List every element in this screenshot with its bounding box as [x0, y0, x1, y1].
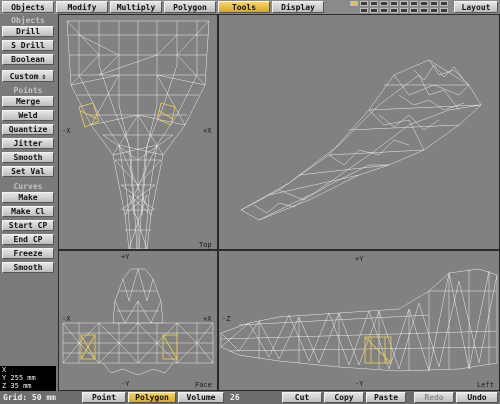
quantize-button[interactable]: Quantize — [2, 124, 54, 135]
smooth-curves-button[interactable]: Smooth — [2, 262, 54, 273]
jitter-button[interactable]: Jitter — [2, 138, 54, 149]
axis-label-x-plus: +X — [203, 127, 212, 135]
layer-button[interactable] — [350, 1, 358, 6]
layer-button[interactable] — [370, 1, 378, 6]
axis-label-x-plus: +X — [203, 315, 212, 323]
bottom-status-bar: Grid: 50 mm Point Polygon Volume 26 Cut … — [0, 391, 500, 404]
layer-button[interactable] — [390, 8, 398, 13]
layer-button[interactable] — [440, 1, 448, 6]
boolean-button[interactable]: Boolean — [2, 54, 54, 65]
layer-button[interactable] — [370, 8, 378, 13]
selected-polygons-face — [80, 334, 178, 360]
left-view-wireframe — [220, 268, 498, 372]
perspective-viewport[interactable] — [218, 14, 500, 250]
start-cp-button[interactable]: Start CP — [2, 220, 54, 231]
custom-label: Custom — [9, 71, 39, 81]
layer-button[interactable] — [380, 1, 388, 6]
weld-button[interactable]: Weld — [2, 110, 54, 121]
point-mode-button[interactable]: Point — [82, 392, 126, 403]
layer-button[interactable] — [400, 1, 408, 6]
coord-x: X — [2, 366, 7, 374]
tab-modify[interactable]: Modify — [56, 1, 108, 13]
merge-button[interactable]: Merge — [2, 96, 54, 107]
face-viewport-label: Face — [195, 381, 212, 389]
layer-button[interactable] — [400, 8, 408, 13]
paste-button[interactable]: Paste — [366, 392, 406, 403]
coord-y: Y 255 mm — [2, 374, 36, 382]
layer-button[interactable] — [410, 1, 418, 6]
top-view-wireframe — [66, 20, 210, 249]
cut-button[interactable]: Cut — [282, 392, 322, 403]
s-drill-button[interactable]: S Drill — [2, 40, 54, 51]
layer-button[interactable] — [430, 8, 438, 13]
axis-label-x-minus: -X — [62, 315, 71, 323]
volume-mode-button[interactable]: Volume — [178, 392, 224, 403]
face-view-wireframe — [62, 268, 214, 376]
layout-button[interactable]: Layout — [454, 1, 498, 13]
coordinate-readout: X Y 255 mm Z 35 mm — [0, 366, 56, 391]
grid-size: Grid: 50 mm — [3, 393, 56, 402]
layer-button[interactable] — [440, 8, 448, 13]
axis-label-y-plus: +Y — [355, 255, 364, 263]
layer-button[interactable] — [420, 1, 428, 6]
layer-button[interactable] — [380, 8, 388, 13]
selected-polygons-left — [364, 336, 392, 364]
perspective-wireframe — [240, 59, 482, 221]
layer-button[interactable] — [360, 1, 368, 6]
layer-button[interactable] — [430, 1, 438, 6]
objects-section-header: Objects — [11, 16, 45, 25]
layer-button[interactable] — [390, 1, 398, 6]
axis-label-z-minus: -Z — [222, 315, 231, 323]
layer-button[interactable] — [420, 8, 428, 13]
selection-count: 26 — [230, 393, 240, 402]
tab-multiply[interactable]: Multiply — [110, 1, 162, 13]
drill-button[interactable]: Drill — [2, 26, 54, 37]
curves-section-header: Curves — [13, 182, 43, 191]
end-cp-button[interactable]: End CP — [2, 234, 54, 245]
layer-button[interactable] — [360, 8, 368, 13]
set-val-button[interactable]: Set Val — [2, 166, 54, 177]
top-viewport[interactable]: -X +X Top — [58, 14, 218, 250]
undo-button[interactable]: Undo — [456, 392, 498, 403]
tab-tools[interactable]: Tools — [218, 1, 270, 13]
freeze-button[interactable]: Freeze — [2, 248, 54, 259]
points-section-header: Points — [13, 86, 43, 95]
top-toolbar: Objects Modify Multiply Polygon Tools Di… — [0, 0, 500, 14]
custom-dropdown[interactable]: Custom ⇕ — [2, 70, 54, 82]
tab-objects[interactable]: Objects — [2, 1, 54, 13]
smooth-points-button[interactable]: Smooth — [2, 152, 54, 163]
make-button[interactable]: Make — [2, 192, 54, 203]
left-viewport[interactable]: -Z +Y -Y Left — [218, 250, 500, 391]
copy-button[interactable]: Copy — [324, 392, 364, 403]
tab-display[interactable]: Display — [272, 1, 324, 13]
axis-label-y-minus: -Y — [121, 380, 130, 388]
face-viewport[interactable]: +Y -X +X -Y Face — [58, 250, 218, 391]
polygon-mode-button[interactable]: Polygon — [128, 392, 176, 403]
updown-arrows-icon: ⇕ — [41, 71, 47, 81]
axis-label-x-minus: -X — [62, 127, 71, 135]
top-viewport-label: Top — [199, 241, 212, 249]
make-cl-button[interactable]: Make Cl — [2, 206, 54, 217]
axis-label-y-minus: -Y — [355, 380, 364, 388]
redo-button[interactable]: Redo — [414, 392, 454, 403]
coord-z: Z 35 mm — [2, 382, 32, 390]
axis-label-y-plus: +Y — [121, 253, 130, 261]
layer-button[interactable] — [410, 8, 418, 13]
left-viewport-label: Left — [477, 381, 494, 389]
tab-polygon[interactable]: Polygon — [164, 1, 216, 13]
